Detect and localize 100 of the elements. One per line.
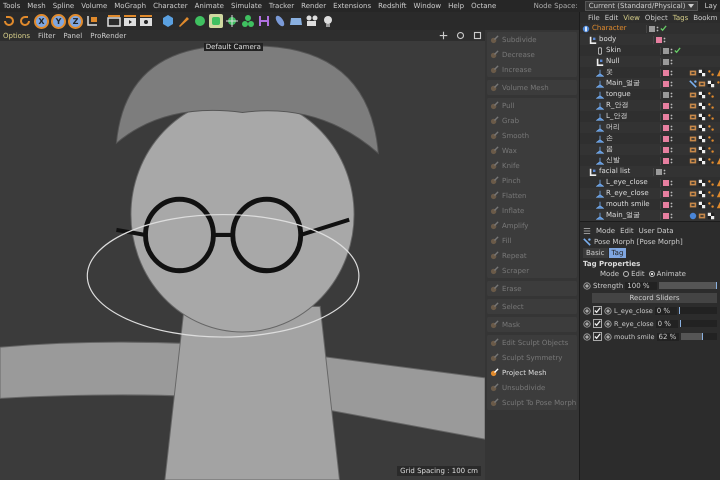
layer-swatch[interactable] [663, 80, 669, 86]
texture-tag-icon[interactable] [689, 124, 697, 132]
brush-icon [490, 101, 499, 110]
weight-tag-icon[interactable] [707, 102, 715, 110]
brush-icon [490, 383, 499, 392]
checker-tag-icon[interactable] [698, 190, 706, 198]
texture-tag-icon[interactable] [689, 146, 697, 154]
check-mark-icon[interactable] [660, 25, 667, 32]
brush-icon [490, 302, 499, 311]
layer-swatch[interactable] [663, 202, 669, 208]
checker-tag-icon[interactable] [698, 156, 706, 164]
checker-tag-icon[interactable] [698, 178, 706, 186]
joint-icon [596, 58, 604, 66]
camera-icon[interactable] [305, 14, 319, 28]
capsule-icon[interactable] [273, 14, 287, 28]
layer-swatch[interactable] [663, 180, 669, 186]
weight-tag-icon[interactable] [707, 156, 715, 164]
layer-swatch[interactable] [663, 114, 669, 120]
checker-tag-icon[interactable] [707, 80, 715, 88]
weight-tag-icon[interactable] [707, 190, 715, 198]
texture-tag-icon[interactable] [689, 200, 697, 208]
sphere-icon[interactable] [193, 14, 207, 28]
joint-icon [589, 36, 597, 44]
checker-tag-icon[interactable] [698, 90, 706, 98]
redo-icon[interactable] [18, 14, 32, 28]
texture-tag-icon[interactable] [689, 112, 697, 120]
morph-slider-track[interactable] [680, 333, 717, 340]
layer-swatch[interactable] [663, 190, 669, 196]
brush-icon [490, 353, 499, 362]
layer-swatch[interactable] [663, 102, 669, 108]
layer-swatch[interactable] [663, 58, 669, 64]
menu-icon[interactable] [583, 226, 591, 234]
layer-swatch[interactable] [663, 158, 669, 164]
texture-tag-icon[interactable] [698, 212, 706, 220]
sphere-tag-icon[interactable] [689, 212, 697, 220]
polygon-object-icon [596, 90, 604, 98]
layer-swatch[interactable] [656, 168, 662, 174]
texture-tag-icon[interactable] [698, 80, 706, 88]
bracket-icon[interactable] [257, 14, 271, 28]
checkbox[interactable] [593, 332, 602, 341]
layer-swatch[interactable] [663, 70, 669, 76]
brush-icon [490, 368, 499, 377]
weight-tag-icon[interactable] [707, 124, 715, 132]
polygon-object-icon [596, 112, 604, 120]
layer-swatch[interactable] [663, 136, 669, 142]
keyframe-icon[interactable] [583, 282, 591, 290]
checkbox[interactable] [593, 306, 602, 315]
texture-tag-icon[interactable] [689, 102, 697, 110]
clapboard-icon[interactable] [107, 14, 121, 28]
checkbox[interactable] [593, 319, 602, 328]
weight-tag-icon[interactable] [707, 112, 715, 120]
settings-icon[interactable] [139, 14, 153, 28]
light-bulb-icon[interactable] [321, 14, 335, 28]
texture-tag-icon[interactable] [689, 156, 697, 164]
undo-icon[interactable] [2, 14, 16, 28]
texture-tag-icon[interactable] [689, 190, 697, 198]
layer-swatch[interactable] [663, 92, 669, 98]
texture-tag-icon[interactable] [689, 68, 697, 76]
axis-button[interactable]: X [34, 14, 49, 28]
checker-tag-icon[interactable] [698, 102, 706, 110]
layer-swatch[interactable] [663, 146, 669, 152]
maximize-view-icon[interactable] [473, 31, 482, 40]
weight-tag-icon[interactable] [707, 178, 715, 186]
polygon-object-icon [596, 134, 604, 142]
brush-icon [490, 221, 499, 230]
checker-tag-icon[interactable] [698, 146, 706, 154]
weight-tag-icon[interactable] [707, 90, 715, 98]
weight-tag-icon[interactable] [707, 134, 715, 142]
rotate-view-icon[interactable] [456, 31, 465, 40]
pose-morph-tag-icon [583, 238, 591, 246]
axis-button[interactable]: Z [68, 14, 83, 28]
checker-tag-icon[interactable] [707, 212, 715, 220]
weight-tag-icon[interactable] [707, 200, 715, 208]
checker-tag-icon[interactable] [698, 124, 706, 132]
layer-swatch[interactable] [663, 48, 669, 54]
axis-button[interactable]: Y [51, 14, 66, 28]
checker-tag-icon[interactable] [698, 200, 706, 208]
brush-icon [490, 320, 499, 329]
weight-tag-icon[interactable] [707, 68, 715, 76]
move-view-icon[interactable] [439, 31, 448, 40]
checker-tag-icon[interactable] [698, 134, 706, 142]
layer-swatch[interactable] [649, 26, 655, 32]
render-icon[interactable] [123, 14, 137, 28]
deformer-icon[interactable] [225, 14, 239, 28]
checker-tag-icon[interactable] [698, 68, 706, 76]
pose-morph-tag-icon[interactable] [689, 80, 697, 88]
texture-tag-icon[interactable] [689, 134, 697, 142]
checker-tag-icon[interactable] [698, 112, 706, 120]
texture-tag-icon[interactable] [689, 90, 697, 98]
cloner-icon[interactable] [241, 14, 255, 28]
texture-tag-icon[interactable] [689, 178, 697, 186]
skin-icon [596, 46, 604, 54]
weight-tag-icon[interactable] [707, 146, 715, 154]
cube-icon[interactable] [161, 14, 175, 28]
polygon-object-icon [596, 200, 604, 208]
layer-swatch[interactable] [656, 36, 662, 42]
check-mark-icon[interactable] [674, 47, 681, 54]
layer-swatch[interactable] [663, 212, 669, 218]
pen-icon[interactable] [177, 14, 191, 28]
layer-swatch[interactable] [663, 124, 669, 130]
